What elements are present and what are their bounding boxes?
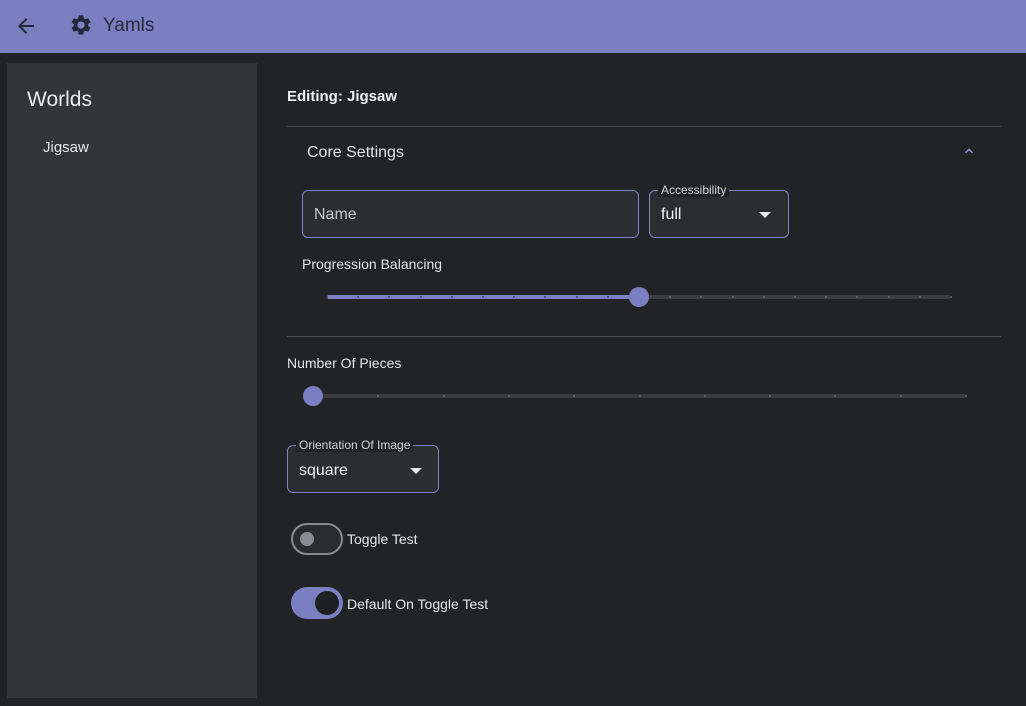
sidebar: Worlds Jigsaw xyxy=(7,63,257,698)
page-title: Editing: Jigsaw xyxy=(287,88,398,105)
slider-tick xyxy=(482,296,484,298)
slider-tick xyxy=(575,296,578,298)
progression-balancing-label: Progression Balancing xyxy=(302,256,443,272)
slider-tick xyxy=(419,296,422,298)
divider xyxy=(287,336,1001,337)
slider-tick xyxy=(450,296,453,298)
accessibility-select[interactable]: Accessibility full xyxy=(649,183,789,238)
slider-thumb[interactable] xyxy=(303,386,323,406)
name-field xyxy=(302,190,639,238)
slider-tick xyxy=(638,395,641,397)
number-of-pieces-slider[interactable] xyxy=(303,386,976,406)
sidebar-item-jigsaw[interactable]: Jigsaw xyxy=(43,139,89,156)
slider-tick xyxy=(326,296,328,298)
app-title: Yamls xyxy=(103,15,155,36)
divider xyxy=(287,126,1001,127)
slider-tick xyxy=(703,395,706,397)
switch-knob xyxy=(315,591,339,615)
default-on-toggle-switch[interactable] xyxy=(291,587,343,619)
slider-tick xyxy=(606,296,609,298)
arrow-left-icon[interactable] xyxy=(14,14,38,38)
slider-tick xyxy=(794,296,796,298)
slider-thumb[interactable] xyxy=(629,287,649,307)
slider-tick xyxy=(507,395,510,397)
accessibility-label: Accessibility xyxy=(658,183,730,197)
core-settings-header[interactable]: Core Settings xyxy=(307,144,404,162)
toggle-test-switch[interactable] xyxy=(291,523,343,555)
editor-panel: Editing: Jigsaw Core Settings Accessibil… xyxy=(287,53,1002,706)
orientation-label: Orientation Of Image xyxy=(296,438,414,452)
caret-down-icon xyxy=(759,212,771,218)
slider-tick xyxy=(899,395,902,397)
slider-tick xyxy=(442,395,445,397)
switch-knob xyxy=(300,532,314,546)
slider-tick xyxy=(887,296,890,298)
sidebar-heading: Worlds xyxy=(27,88,92,111)
caret-down-icon xyxy=(410,468,422,474)
number-of-pieces-label: Number Of Pieces xyxy=(287,355,402,371)
gear-icon xyxy=(71,15,91,35)
orientation-select[interactable]: Orientation Of Image square xyxy=(287,438,439,493)
slider-tick xyxy=(950,296,952,298)
progression-balancing-slider[interactable] xyxy=(317,287,961,307)
app-bar: Yamls xyxy=(0,0,1026,53)
chevron-up-icon[interactable] xyxy=(961,143,977,159)
slider-tick xyxy=(762,296,765,298)
accessibility-value: full xyxy=(661,206,682,223)
orientation-value: square xyxy=(299,462,348,479)
default-on-toggle-label: Default On Toggle Test xyxy=(347,596,489,612)
name-input[interactable] xyxy=(314,204,624,226)
slider-tick xyxy=(965,395,967,397)
slider-tick xyxy=(731,296,734,298)
slider-tick xyxy=(918,296,921,298)
toggle-test-label: Toggle Test xyxy=(347,531,418,547)
